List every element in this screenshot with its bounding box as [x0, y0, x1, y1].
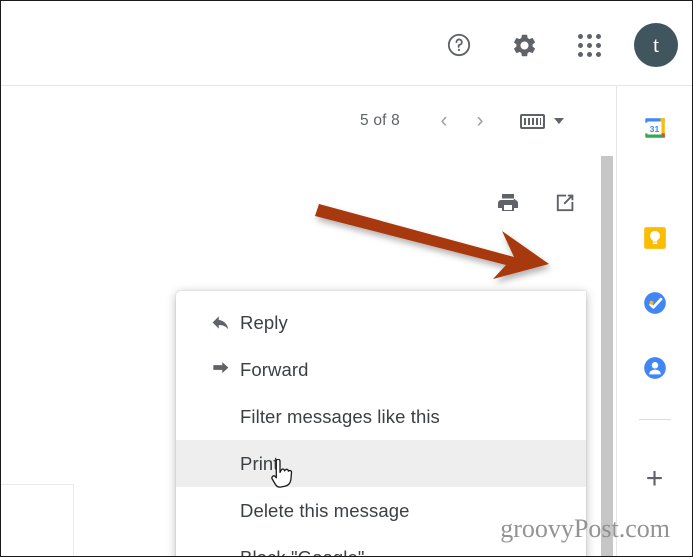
menu-item-filter-messages[interactable]: Filter messages like this	[176, 393, 586, 440]
external-link-icon-glyph	[556, 194, 574, 212]
sidebar-item-calendar[interactable]: 31	[635, 108, 675, 148]
svg-text:31: 31	[649, 124, 659, 134]
right-side-panel: 31 +	[616, 86, 692, 556]
page-count-label: 5 of 8	[360, 112, 400, 129]
chevron-down-icon	[554, 118, 564, 124]
header-icon-group: t	[439, 23, 678, 67]
settings-gear-icon-glyph	[513, 34, 535, 56]
menu-item-label: Block "Google"	[240, 546, 365, 557]
open-in-new-window-icon[interactable]	[553, 191, 577, 215]
print-all-icon[interactable]	[496, 191, 520, 215]
google-keep-icon	[643, 227, 666, 249]
next-page-button[interactable]: ›	[462, 103, 498, 139]
menu-item-block-sender[interactable]: Block "Google"	[176, 534, 586, 557]
vertical-scrollbar[interactable]	[601, 156, 613, 556]
pagination-toolbar: 5 of 8 ‹ ›	[1, 86, 616, 156]
menu-item-label: Print	[240, 452, 279, 474]
menu-item-label: Delete this message	[240, 499, 410, 521]
menu-item-delete-message[interactable]: Delete this message	[176, 487, 586, 534]
keyboard-icon	[520, 113, 545, 129]
menu-item-print[interactable]: Print	[176, 440, 586, 487]
sidebar-item-tasks[interactable]	[635, 283, 675, 323]
printer-icon-glyph	[498, 194, 518, 211]
gmail-screenshot-root: t 5 of 8 ‹ › 31 + Reply Forward Filter m…	[0, 0, 693, 557]
google-calendar-icon: 31	[644, 118, 665, 138]
help-icon[interactable]	[439, 25, 479, 65]
keyboard-shortcuts-button[interactable]	[520, 113, 564, 129]
sidebar-item-keep[interactable]	[635, 218, 675, 258]
grid-dots-glyph	[577, 33, 601, 57]
forward-arrow-icon	[210, 359, 240, 380]
reply-arrow-icon	[210, 312, 240, 333]
google-apps-grid-icon[interactable]	[569, 25, 609, 65]
menu-item-reply[interactable]: Reply	[176, 299, 586, 346]
settings-gear-icon[interactable]	[504, 25, 544, 65]
top-header-bar: t	[1, 1, 692, 86]
help-icon-glyph	[447, 33, 471, 57]
message-top-tools	[496, 191, 577, 215]
avatar[interactable]: t	[634, 23, 678, 67]
google-tasks-icon	[643, 292, 666, 314]
google-contacts-icon	[643, 357, 666, 379]
add-sidebar-app-button[interactable]: +	[635, 459, 675, 499]
menu-item-forward[interactable]: Forward	[176, 346, 586, 393]
sidebar-item-contacts[interactable]	[635, 348, 675, 388]
avatar-initial: t	[652, 32, 660, 57]
sidebar-divider	[638, 419, 671, 420]
menu-item-label: Filter messages like this	[240, 405, 440, 427]
message-body-placeholder	[1, 484, 74, 556]
menu-item-label: Reply	[240, 311, 288, 333]
message-context-menu: Reply Forward Filter messages like this …	[176, 291, 586, 557]
forward-arrow-icon-glyph	[213, 362, 229, 374]
menu-item-label: Forward	[240, 358, 309, 380]
reply-arrow-icon-glyph	[212, 316, 229, 330]
previous-page-button[interactable]: ‹	[426, 103, 462, 139]
